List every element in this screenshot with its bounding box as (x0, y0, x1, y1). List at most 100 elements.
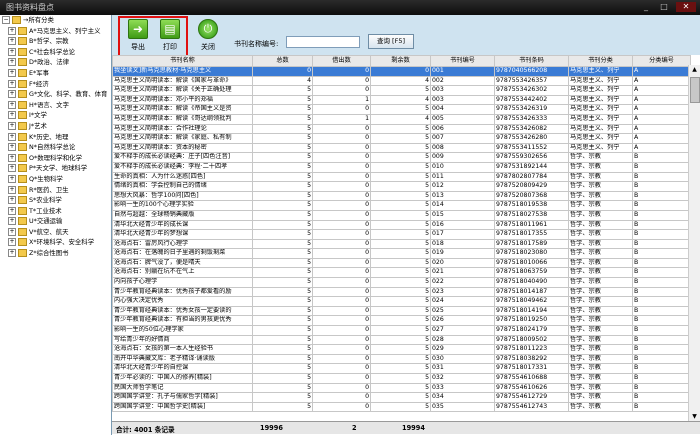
column-header[interactable]: 书刊名称 (112, 55, 253, 67)
tree-item[interactable]: + O*数理科学和化学 (0, 153, 111, 164)
table-row[interactable]: 青少年教育经典读本：有担当的男孩更优秀 5 0 5 026 9787518019250 哲学… (112, 315, 691, 327)
search-input[interactable] (286, 36, 360, 48)
expand-icon[interactable]: + (8, 249, 16, 258)
column-header[interactable]: 书刊分类 (568, 55, 633, 67)
print-button[interactable]: ▤ 打印 (156, 19, 184, 52)
expand-icon[interactable]: + (8, 206, 16, 215)
expand-icon[interactable]: + (8, 132, 16, 141)
expand-icon[interactable]: + (8, 164, 16, 173)
table-row[interactable]: 青少年必读的：中国人的修养[精装] 5 0 5 032 9787554610688 哲学、宗… (112, 373, 691, 384)
table-row[interactable]: 内向孩子心理学 5 0 5 022 9787518040490 哲学、宗教 B (112, 277, 691, 288)
table-row[interactable]: 马克思主义简明读本：解读《家庭、私有制 5 0 5 007 9787553426280 马克… (112, 133, 691, 144)
table-row[interactable]: 沧海点石：脾气没了，便是晴天 5 0 5 020 9787518010066 哲学、宗教 B (112, 257, 691, 269)
expand-icon[interactable]: + (8, 121, 16, 130)
expand-icon[interactable]: + (8, 227, 16, 236)
table-row[interactable]: 马克思主义简明读本：解读《关于正确处理 5 0 5 003 9787553426302 马克… (112, 85, 691, 96)
table-row[interactable]: 思想大风暴：哲学100问[四色] 5 0 5 013 9787520807368 哲学、宗教… (112, 190, 691, 202)
tree-item[interactable]: + H*语言、文字 (0, 100, 111, 111)
expand-icon[interactable]: + (8, 238, 16, 247)
tree-item[interactable]: + I*文学 (0, 110, 111, 121)
table-row[interactable]: 生命的真相：人为什么迷惑[四色] 5 0 5 011 9787802807784 哲学、宗教… (112, 171, 691, 183)
column-header[interactable]: 分类编号 (632, 55, 691, 67)
minimize-button[interactable]: _ (638, 2, 654, 12)
table-row[interactable]: 南开中华典藏文库：老子精译·诵读版 5 0 5 030 9787518038292 哲学、宗… (112, 353, 691, 365)
close-button[interactable]: ⏻ 关闭 (194, 19, 222, 52)
expand-icon[interactable]: + (8, 79, 16, 88)
close-window-button[interactable]: ✕ (676, 2, 696, 12)
collapse-icon[interactable]: − (2, 16, 10, 24)
table-row[interactable]: 清华北大经青少年的梦想课 5 0 5 017 9787518017355 哲学、宗教 B (112, 229, 691, 240)
tree-item[interactable]: + D*政治、法律 (0, 57, 111, 68)
scroll-down-icon[interactable]: ▼ (689, 412, 700, 421)
table-row[interactable]: 影响一生的50位心理学家 5 0 5 027 9787518024179 哲学、宗教 B (112, 325, 691, 336)
column-header[interactable]: 剩余数 (370, 55, 431, 67)
scroll-up-icon[interactable]: ▲ (689, 65, 700, 74)
tree-item[interactable]: + Z*综合性图书 (0, 248, 111, 259)
table-row[interactable]: 沧海点石：别躺在坑不在气上 5 0 5 021 9787518063759 哲学、宗教 B (112, 267, 691, 279)
tree-item[interactable]: + C*社会科学总论 (0, 47, 111, 58)
table-row[interactable]: 沧海点石：雷厉风行心理学 5 0 5 018 9787518017589 哲学、宗教 B (112, 238, 691, 250)
table-row[interactable]: 马克思主义简明读本：合作社理论 5 0 5 006 9787553426082 马克思主义、… (112, 123, 691, 135)
table-row[interactable]: 跨国国学讲堂：中国哲学史[精装] 5 0 5 035 9787554612743 哲学、宗教… (112, 401, 691, 413)
vertical-scrollbar[interactable]: ▲ ▼ (688, 65, 700, 421)
expand-icon[interactable]: + (8, 196, 16, 205)
tree-item[interactable]: + F*经济 (0, 79, 111, 90)
query-button[interactable]: 查询 [F5] (368, 34, 414, 49)
expand-icon[interactable]: + (8, 26, 16, 35)
expand-icon[interactable]: + (8, 111, 16, 120)
table-row[interactable]: 清华北大经青少年的成长课 5 0 5 016 9787518011961 哲学、宗教 B (112, 219, 691, 231)
expand-icon[interactable]: + (8, 174, 16, 183)
expand-icon[interactable]: + (8, 153, 16, 162)
tree-item[interactable]: + B*哲学、宗教 (0, 36, 111, 47)
table-row[interactable]: 影响一生的100个心理学实验 5 0 5 014 9787518019538 哲学、宗教 B (112, 200, 691, 211)
table-row[interactable]: 沧海点石：女孩的第一本人生经验书 5 0 5 029 9787518011223 哲学、宗教… (112, 344, 691, 355)
table-row[interactable]: 马克思主义简明读本：资本的秘密 5 0 5 008 9787553411552 马克思主义、… (112, 142, 691, 154)
expand-icon[interactable]: + (8, 58, 16, 67)
table-row[interactable]: 青少年教育经典读本：优秀孩子都爱看的励 5 0 5 023 9787518014187 哲学… (112, 286, 691, 298)
table-row[interactable]: 情绪的真相：学会控制自己的情绪 5 0 5 012 9787520809429 哲学、宗教 B (112, 181, 691, 192)
tree-item[interactable]: + Q*生物科学 (0, 174, 111, 185)
tree-item[interactable]: + T*工业技术 (0, 206, 111, 217)
table-row[interactable]: 马克思主义简明读本：邓小平的郑福 5 1 4 003 9787553442402 马克思主义… (112, 94, 691, 106)
scroll-thumb[interactable] (690, 77, 700, 103)
table-row[interactable]: 爱不释手的成长必读经典：庄子[四色注音] 5 0 5 009 9787559302656 哲… (112, 152, 691, 163)
expand-icon[interactable]: + (8, 217, 16, 226)
table-row[interactable]: 青少年教育经典读本：优秀女孩一定要读的 5 0 5 025 9787518014194 哲学… (112, 305, 691, 317)
expand-icon[interactable]: + (8, 47, 16, 56)
table-row[interactable]: 内心强大决定优秀 5 0 5 024 9787518049462 哲学、宗教 B (112, 296, 691, 307)
tree-item[interactable]: + P*天文学、地球科学 (0, 163, 111, 174)
column-header[interactable]: 总数 (252, 55, 313, 67)
expand-icon[interactable]: + (8, 90, 16, 99)
tree-item[interactable]: + R*医药、卫生 (0, 185, 111, 196)
table-row[interactable]: 马克思主义简明读本：解读《帝国主义是资 5 0 5 004 9787553426319 马克… (112, 104, 691, 115)
tree-item[interactable]: + E*军事 (0, 68, 111, 79)
column-header[interactable]: 书刊条码 (494, 55, 569, 67)
tree-item[interactable]: + N*自然科学总论 (0, 142, 111, 153)
tree-item[interactable]: + K*历史、地理 (0, 132, 111, 143)
table-row[interactable]: 马克思主义简明读本：解读《哥达纲领批判 5 1 4 005 9787553426333 马克… (112, 113, 691, 125)
table-row[interactable]: 清华北大经青少年的自控课 5 0 5 031 9787518017331 哲学、宗教 B (112, 363, 691, 374)
table-row[interactable]: 写给青少年的好情商 5 0 5 028 9787518009502 哲学、宗教 B (112, 334, 691, 346)
tree-item[interactable]: + U*交通运输 (0, 216, 111, 227)
expand-icon[interactable]: + (8, 37, 16, 46)
column-header[interactable]: 书刊编号 (430, 55, 495, 67)
table-row[interactable]: 我坐读文]新马克思教材·马克思主义 0 0 0 001 9787040566208 马克思主… (112, 66, 691, 77)
table-row[interactable]: 马克思主义简明读本：解读《国家与革命》 4 0 4 002 9787553426357 马克… (112, 75, 691, 87)
table-row[interactable]: 自然与超越：全球畅销典藏版 5 0 5 015 9787518027538 哲学、宗教 B (112, 209, 691, 221)
table-row[interactable]: 民国大师哲学笔记 5 0 5 033 9787554610626 哲学、宗教 B (112, 382, 691, 394)
maximize-button[interactable]: □ (656, 2, 672, 12)
tree-item[interactable]: + A*马克思主义、列宁主义 (0, 26, 111, 37)
column-header[interactable]: 借出数 (312, 55, 371, 67)
table-row[interactable]: 跨国国学讲堂：孔子与儒家哲学[精装] 5 0 5 034 9787554612729 哲学、… (112, 392, 691, 403)
tree-item[interactable]: + G*文化、科学、教育、体育 (0, 89, 111, 100)
tree-item[interactable]: + V*航空、航天 (0, 227, 111, 238)
tree-item[interactable]: + S*农业科学 (0, 195, 111, 206)
tree-root[interactable]: − →所有分类 (0, 15, 111, 26)
expand-icon[interactable]: + (8, 100, 16, 109)
tree-item[interactable]: + X*环境科学、安全科学 (0, 237, 111, 248)
table-row[interactable]: 爱不释手的成长必读经典：李程·二十四孝 5 0 5 010 9787531892144 哲学… (112, 161, 691, 173)
expand-icon[interactable]: + (8, 68, 16, 77)
export-button[interactable]: ➜ 导出 (124, 19, 152, 52)
expand-icon[interactable]: + (8, 185, 16, 194)
expand-icon[interactable]: + (8, 143, 16, 152)
